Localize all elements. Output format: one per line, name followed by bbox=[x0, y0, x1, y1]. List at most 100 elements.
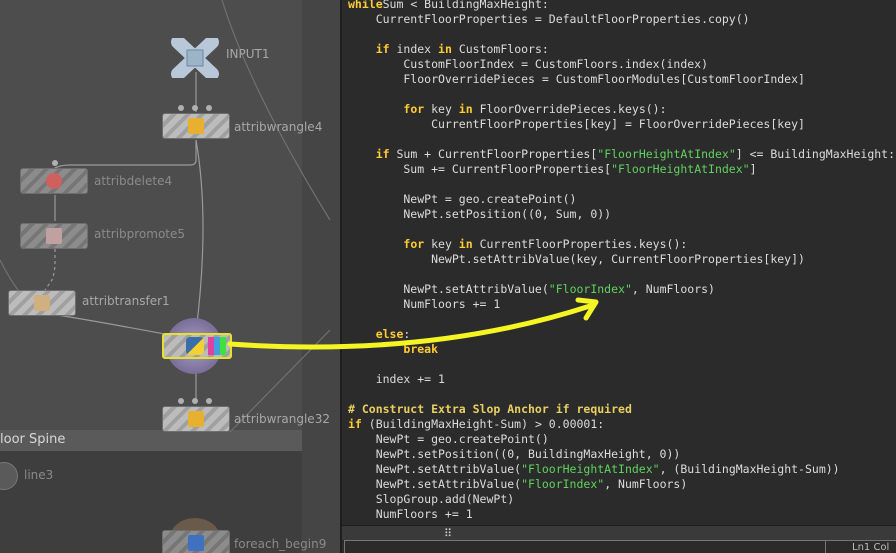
promote-icon bbox=[46, 228, 62, 244]
editor-status-bar: Ln1 Col bbox=[344, 540, 896, 553]
network-view[interactable]: loor Spine INPUT1 attribwrangle4 attribd… bbox=[0, 0, 340, 553]
code-line[interactable] bbox=[348, 267, 895, 282]
code-line[interactable]: NewPt = geo.createPoint() bbox=[348, 432, 895, 447]
code-line[interactable]: NewPt.setAttribValue("FloorIndex", NumFl… bbox=[348, 282, 895, 297]
code-token: ] bbox=[749, 162, 757, 176]
code-line[interactable]: else: bbox=[348, 327, 895, 342]
code-line[interactable]: break bbox=[348, 342, 895, 357]
node-label: line3 bbox=[24, 468, 54, 482]
code-token: for bbox=[403, 237, 425, 251]
code-line[interactable]: NewPt.setPosition((0, Sum, 0)) bbox=[348, 207, 895, 222]
code-token: while bbox=[348, 0, 383, 11]
code-token: CustomFloorIndex = CustomFloors.index(in… bbox=[348, 57, 709, 71]
wrangle-icon bbox=[188, 411, 204, 427]
node-label: attribpromote5 bbox=[94, 227, 186, 241]
pane-splitter[interactable]: ⠿ bbox=[342, 525, 896, 540]
code-token: NewPt = geo.createPoint() bbox=[348, 432, 549, 446]
code-line[interactable]: index += 1 bbox=[348, 372, 895, 387]
code-line[interactable]: if (BuildingMaxHeight-Sum) > 0.00001: bbox=[348, 417, 895, 432]
code-line[interactable]: NumFloors += 1 bbox=[348, 507, 895, 522]
code-line[interactable] bbox=[348, 357, 895, 372]
code-line[interactable]: if Sum + CurrentFloorProperties["FloorHe… bbox=[348, 147, 895, 162]
node-label: INPUT1 bbox=[226, 47, 270, 61]
code-token: in bbox=[438, 42, 452, 56]
code-token: if bbox=[348, 417, 362, 431]
code-token: "FloorHeightAtIndex" bbox=[521, 462, 660, 476]
node-label: attribdelete4 bbox=[94, 174, 173, 188]
code-token: "FloorIndex" bbox=[548, 282, 632, 296]
code-token: ] <= BuildingMaxHeight: bbox=[735, 147, 896, 161]
wrangle-icon bbox=[188, 118, 204, 134]
code-line[interactable]: whileSum < BuildingMaxHeight: bbox=[348, 0, 895, 12]
code-token: NewPt.setPosition((0, BuildingMaxHeight,… bbox=[348, 447, 681, 461]
code-line[interactable]: if index in CustomFloors: bbox=[348, 42, 895, 57]
code-line[interactable] bbox=[348, 132, 895, 147]
foreach-icon bbox=[188, 535, 204, 551]
code-token: CurrentFloorProperties[key] = FloorOverr… bbox=[348, 117, 805, 131]
code-token: : bbox=[403, 327, 411, 341]
code-token: key bbox=[424, 102, 459, 116]
code-line[interactable]: NewPt.setPosition((0, BuildingMaxHeight,… bbox=[348, 447, 895, 462]
code-token: index += 1 bbox=[348, 372, 445, 386]
code-token: CurrentFloorProperties.keys(): bbox=[472, 237, 688, 251]
code-token: Sum < BuildingMaxHeight: bbox=[382, 0, 549, 11]
code-line[interactable] bbox=[348, 387, 895, 402]
code-line[interactable] bbox=[348, 222, 895, 237]
code-token: break bbox=[403, 342, 439, 356]
code-line[interactable]: # Construct Extra Slop Anchor if require… bbox=[348, 402, 895, 417]
code-token: "FloorIndex" bbox=[521, 477, 605, 491]
code-token: CustomFloors: bbox=[451, 42, 549, 56]
color-flag bbox=[208, 337, 226, 355]
code-token: NewPt.setAttribValue( bbox=[348, 462, 522, 476]
code-token: in bbox=[458, 237, 473, 251]
input1-node[interactable]: INPUT1 bbox=[170, 35, 270, 82]
code-line[interactable]: CurrentFloorProperties[key] = FloorOverr… bbox=[348, 117, 895, 132]
code-line[interactable]: CustomFloorIndex = CustomFloors.index(in… bbox=[348, 57, 895, 72]
code-line[interactable]: NewPt.setAttribValue(key, CurrentFloorPr… bbox=[348, 252, 895, 267]
python-code-editor[interactable]: whileSum < BuildingMaxHeight: CurrentFlo… bbox=[340, 0, 896, 553]
splitter-grip-icon[interactable]: ⠿ bbox=[444, 527, 452, 540]
code-line[interactable]: Sum += CurrentFloorProperties["FloorHeig… bbox=[348, 162, 895, 177]
code-line[interactable]: FloorOverridePieces = CustomFloorModules… bbox=[348, 72, 895, 87]
code-line[interactable] bbox=[348, 312, 895, 327]
code-token: Sum + CurrentFloorProperties[ bbox=[389, 147, 598, 161]
code-token: for bbox=[403, 102, 425, 116]
code-line[interactable]: NewPt.setAttribValue("FloorIndex", NumFl… bbox=[348, 477, 895, 492]
code-token: if bbox=[375, 42, 390, 56]
code-line[interactable] bbox=[348, 87, 895, 102]
code-token: # Construct Extra Slop Anchor if require… bbox=[348, 402, 632, 416]
input-x-icon bbox=[171, 35, 219, 81]
code-line[interactable] bbox=[348, 177, 895, 192]
code-token: , NumFloors) bbox=[604, 477, 688, 491]
code-token: , NumFloors) bbox=[631, 282, 715, 296]
code-token: FloorOverridePieces = CustomFloorModules… bbox=[348, 72, 805, 86]
code-token: in bbox=[458, 102, 473, 116]
code-line[interactable]: NumFloors += 1 bbox=[348, 297, 895, 312]
code-token: index bbox=[389, 42, 439, 56]
code-line[interactable]: SlopGroup.add(NewPt) bbox=[348, 492, 895, 507]
code-token: NumFloors += 1 bbox=[348, 297, 501, 311]
code-line[interactable]: for key in CurrentFloorProperties.keys()… bbox=[348, 237, 895, 252]
code-line[interactable]: NewPt.setAttribValue("FloorHeightAtIndex… bbox=[348, 462, 895, 477]
code-line[interactable]: for key in FloorOverridePieces.keys(): bbox=[348, 102, 895, 117]
code-token: SlopGroup.add(NewPt) bbox=[348, 492, 515, 506]
code-token: , (BuildingMaxHeight-Sum)) bbox=[659, 462, 840, 476]
code-token: else bbox=[375, 327, 404, 341]
code-token: "FloorHeightAtIndex" bbox=[597, 147, 736, 161]
code-line[interactable] bbox=[348, 27, 895, 42]
transfer-icon bbox=[34, 295, 50, 311]
code-line[interactable]: NewPt = geo.createPoint() bbox=[348, 192, 895, 207]
node-label: attribwrangle4 bbox=[234, 120, 323, 134]
code-token: NewPt.setPosition((0, Sum, 0)) bbox=[348, 207, 612, 221]
code-text-area[interactable]: whileSum < BuildingMaxHeight: CurrentFlo… bbox=[348, 0, 895, 522]
delete-icon bbox=[46, 173, 62, 189]
code-token: key bbox=[424, 237, 459, 251]
code-line[interactable]: CurrentFloorProperties = DefaultFloorPro… bbox=[348, 12, 895, 27]
node-label: attribtransfer1 bbox=[82, 294, 170, 308]
code-token: NewPt.setAttribValue( bbox=[348, 282, 549, 296]
